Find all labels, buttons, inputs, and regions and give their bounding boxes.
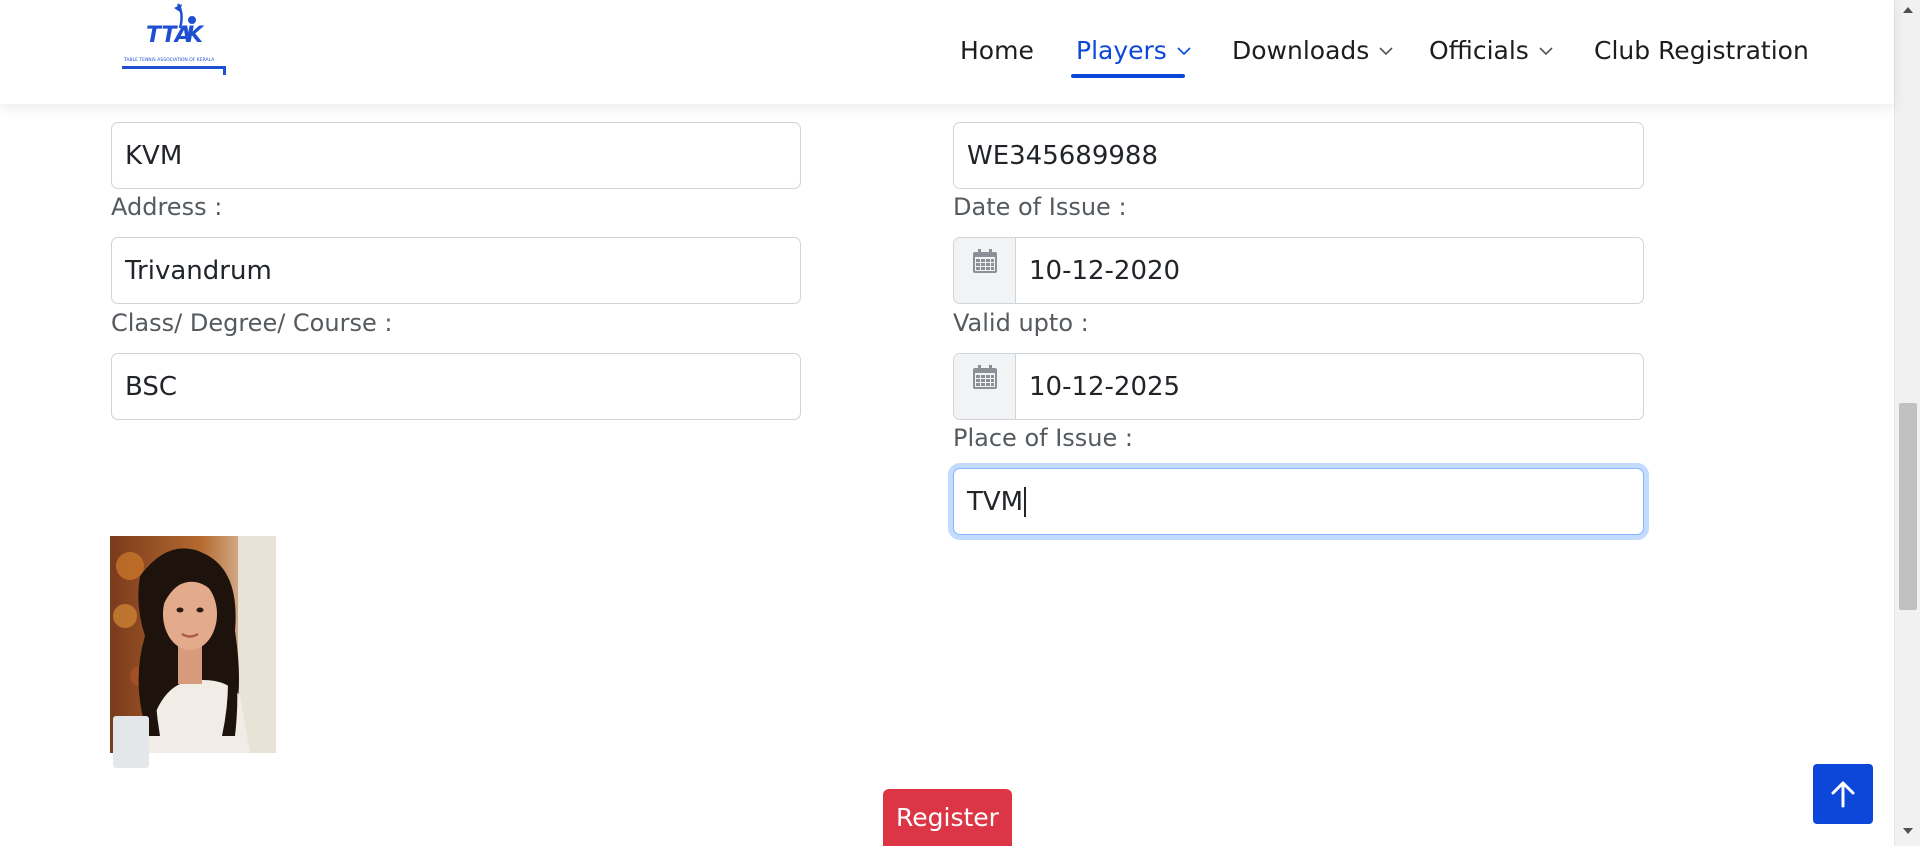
ttak-logo-graphic: TTA K TABLE TENNIS ASSOCIATION OF KERALA <box>122 3 226 75</box>
chevron-down-icon <box>1177 46 1191 55</box>
nav-home[interactable]: Home <box>960 36 1034 66</box>
calendar-icon <box>972 249 997 273</box>
date-of-issue-label: Date of Issue : <box>953 193 1127 221</box>
class-input[interactable]: BSC <box>111 353 801 420</box>
back-to-top-button[interactable] <box>1813 764 1873 824</box>
nav-players-label: Players <box>1076 36 1167 65</box>
scroll-down-icon[interactable] <box>1903 828 1913 835</box>
address-label: Address : <box>111 193 223 221</box>
nav-home-label: Home <box>960 36 1034 65</box>
nav-officials[interactable]: Officials <box>1429 36 1553 66</box>
place-of-issue-value: TVM <box>967 486 1024 517</box>
place-of-issue-label: Place of Issue : <box>953 424 1133 452</box>
svg-text:K: K <box>186 23 205 48</box>
page-scrollbar[interactable] <box>1894 0 1920 846</box>
nav-players[interactable]: Players <box>1076 36 1191 66</box>
chevron-down-icon <box>1379 46 1393 55</box>
calendar-icon <box>972 365 997 389</box>
id-number-input[interactable]: WE345689988 <box>953 122 1644 189</box>
address-value: Trivandrum <box>125 255 272 286</box>
scrollbar-thumb[interactable] <box>1899 403 1917 610</box>
date-of-issue-value[interactable]: 10-12-2020 <box>1016 238 1643 303</box>
valid-upto-value[interactable]: 10-12-2025 <box>1016 354 1643 419</box>
nav-club-registration[interactable]: Club Registration <box>1594 36 1809 66</box>
valid-upto-calendar-button[interactable] <box>954 354 1016 419</box>
ttak-logo[interactable]: TTA K TABLE TENNIS ASSOCIATION OF KERALA <box>120 0 230 76</box>
id-number-value: WE345689988 <box>967 140 1159 171</box>
nav-officials-label: Officials <box>1429 36 1529 65</box>
registration-form: KVM Address : Trivandrum Class/ Degree/ … <box>0 0 1894 846</box>
photo-remove-handle[interactable] <box>113 716 149 768</box>
register-button[interactable]: Register <box>883 789 1012 846</box>
nav-downloads-label: Downloads <box>1232 36 1370 65</box>
valid-upto-label: Valid upto : <box>953 309 1089 337</box>
valid-upto-input[interactable]: 10-12-2025 <box>953 353 1644 420</box>
chevron-down-icon <box>1539 46 1553 55</box>
text-caret <box>1024 486 1027 517</box>
nav-active-indicator <box>1071 74 1185 78</box>
place-of-issue-input[interactable]: TVM <box>953 468 1644 535</box>
arrow-up-icon <box>1831 781 1855 808</box>
class-label: Class/ Degree/ Course : <box>111 309 393 337</box>
nav-downloads[interactable]: Downloads <box>1232 36 1393 66</box>
site-header: TTA K TABLE TENNIS ASSOCIATION OF KERALA… <box>0 0 1894 104</box>
address-input[interactable]: Trivandrum <box>111 237 801 304</box>
class-value: BSC <box>125 371 178 402</box>
svg-text:TABLE TENNIS ASSOCIATION OF KE: TABLE TENNIS ASSOCIATION OF KERALA <box>123 57 215 63</box>
institution-input[interactable]: KVM <box>111 122 801 189</box>
svg-text:TTA: TTA <box>146 23 192 48</box>
institution-value: KVM <box>125 140 183 171</box>
scroll-up-icon[interactable] <box>1903 6 1913 13</box>
date-of-issue-calendar-button[interactable] <box>954 238 1016 303</box>
date-of-issue-input[interactable]: 10-12-2020 <box>953 237 1644 304</box>
nav-club-registration-label: Club Registration <box>1594 36 1809 65</box>
